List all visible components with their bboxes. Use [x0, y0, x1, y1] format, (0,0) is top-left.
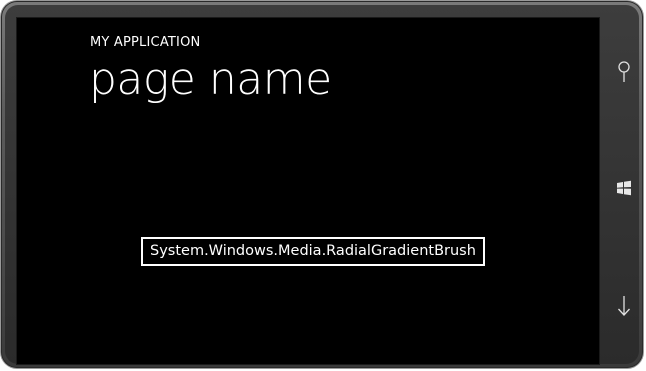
search-button[interactable]: [609, 57, 639, 87]
hardware-buttons: [601, 5, 643, 364]
page-title: page name: [89, 54, 332, 105]
application-title: MY APPLICATION: [90, 35, 201, 50]
phone-screen: MY APPLICATION page name System.Windows.…: [16, 17, 600, 365]
phone-emulator-frame: MY APPLICATION page name System.Windows.…: [1, 1, 643, 368]
phone-bezel: MY APPLICATION page name System.Windows.…: [5, 5, 639, 365]
back-button[interactable]: [609, 291, 639, 321]
back-arrow-icon: [618, 296, 630, 316]
brush-type-textblock: System.Windows.Media.RadialGradientBrush: [141, 237, 485, 266]
windows-logo-icon: [617, 180, 631, 196]
start-button[interactable]: [609, 173, 639, 203]
search-icon: [618, 61, 630, 82]
